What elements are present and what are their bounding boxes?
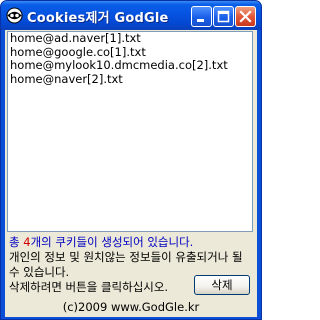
list-item[interactable]: home@google.co[1].txt <box>8 45 228 60</box>
window-title: Cookies제거 GodGle <box>27 11 169 26</box>
footer-copyright: (c)2009 www.GodGle.kr <box>62 300 200 314</box>
list-item[interactable]: home@mylook10.dmcmedia.co[2].txt <box>8 58 228 73</box>
maximize-button[interactable] <box>213 6 234 27</box>
count-suffix: 개의 쿠키들이 생성되어 있습니다. <box>30 235 194 249</box>
minimize-icon <box>197 19 204 22</box>
cookie-count-line: 총 4개의 쿠키들이 생성되어 있습니다. <box>9 235 255 250</box>
cookie-count: 4 <box>23 235 31 249</box>
app-window: Cookies제거 GodGle home@ad.naver[1].txt ho… <box>0 0 262 320</box>
maximize-icon <box>217 10 230 23</box>
close-icon <box>239 10 252 23</box>
client-area: home@ad.naver[1].txt home@google.co[1].t… <box>5 30 257 317</box>
delete-button[interactable]: 삭제 <box>194 275 250 295</box>
close-button[interactable] <box>235 6 256 27</box>
cookie-eye-icon[interactable] <box>6 7 23 24</box>
list-item[interactable]: home@naver[2].txt <box>8 72 228 87</box>
count-prefix: 총 <box>9 235 24 249</box>
list-item[interactable]: home@ad.naver[1].txt <box>8 31 228 46</box>
cookie-listbox[interactable]: home@ad.naver[1].txt home@google.co[1].t… <box>7 31 253 232</box>
title-bar[interactable]: Cookies제거 GodGle <box>1 1 261 30</box>
cookie-list: home@ad.naver[1].txt home@google.co[1].t… <box>8 31 228 87</box>
minimize-button[interactable] <box>191 6 212 27</box>
